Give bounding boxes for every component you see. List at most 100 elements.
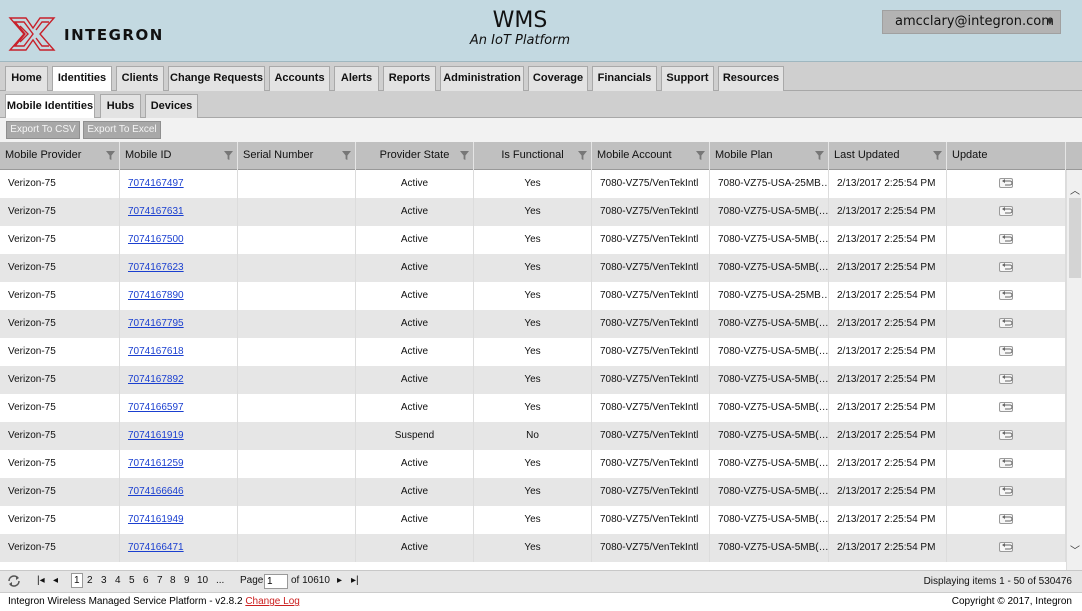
mobile-id-link[interactable]: 7074161949 <box>128 514 184 525</box>
column-header[interactable]: Serial Number <box>238 142 356 170</box>
filter-icon[interactable] <box>342 151 351 160</box>
mobile-id-link[interactable]: 7074167497 <box>128 178 184 189</box>
previous-page-icon[interactable]: ◂ <box>53 575 58 586</box>
filter-icon[interactable] <box>815 151 824 160</box>
column-header[interactable]: Update <box>947 142 1066 170</box>
export-csv-button[interactable]: Export To CSV <box>6 121 80 139</box>
tab-reports[interactable]: Reports <box>383 66 436 91</box>
page-ellipsis[interactable]: ... <box>216 575 224 586</box>
filter-icon[interactable] <box>933 151 942 160</box>
tab-home[interactable]: Home <box>5 66 48 91</box>
filter-icon[interactable] <box>460 151 469 160</box>
table-row[interactable]: Verizon-75 7074161919 Suspend No 7080-VZ75/V… <box>0 422 1066 450</box>
page-number[interactable]: 10 <box>197 575 208 586</box>
next-page-icon[interactable]: ▸ <box>337 575 342 586</box>
refresh-icon[interactable] <box>7 574 21 588</box>
page-number[interactable]: 5 <box>129 575 135 586</box>
page-number[interactable]: 1 <box>71 573 83 588</box>
mobile-id-link[interactable]: 7074166597 <box>128 402 184 413</box>
mobile-id-link[interactable]: 7074167623 <box>128 262 184 273</box>
table-row[interactable]: Verizon-75 7074167618 Active Yes 7080-VZ75/V… <box>0 338 1066 366</box>
undo-icon[interactable] <box>999 458 1013 468</box>
table-row[interactable]: Verizon-75 7074167890 Active Yes 7080-VZ75/V… <box>0 282 1066 310</box>
table-row[interactable]: Verizon-75 7074167631 Active Yes 7080-VZ75/V… <box>0 198 1066 226</box>
mobile-id-link[interactable]: 7074167500 <box>128 234 184 245</box>
page-number[interactable]: 9 <box>184 575 190 586</box>
column-header[interactable]: Last Updated <box>829 142 947 170</box>
table-row[interactable]: Verizon-75 7074166646 Active Yes 7080-VZ75/V… <box>0 478 1066 506</box>
tab-coverage[interactable]: Coverage <box>528 66 588 91</box>
tab-change-requests[interactable]: Change Requests <box>168 66 265 91</box>
undo-icon[interactable] <box>999 346 1013 356</box>
tab-alerts[interactable]: Alerts <box>334 66 379 91</box>
undo-icon[interactable] <box>999 430 1013 440</box>
undo-icon[interactable] <box>999 542 1013 552</box>
undo-icon[interactable] <box>999 374 1013 384</box>
table-row[interactable]: Verizon-75 7074167623 Active Yes 7080-VZ75/V… <box>0 254 1066 282</box>
column-header[interactable]: Mobile Plan <box>710 142 829 170</box>
table-row[interactable]: Verizon-75 7074161259 Active Yes 7080-VZ75/V… <box>0 450 1066 478</box>
undo-icon[interactable] <box>999 514 1013 524</box>
undo-icon[interactable] <box>999 206 1013 216</box>
column-header[interactable]: Mobile Account <box>592 142 710 170</box>
tab-support[interactable]: Support <box>661 66 714 91</box>
tab-financials[interactable]: Financials <box>592 66 657 91</box>
tab-identities[interactable]: Identities <box>52 66 112 92</box>
undo-icon[interactable] <box>999 178 1013 188</box>
subtab-devices[interactable]: Devices <box>145 94 198 118</box>
mobile-id-link[interactable]: 7074167631 <box>128 206 184 217</box>
undo-icon[interactable] <box>999 290 1013 300</box>
page-number[interactable]: 4 <box>115 575 121 586</box>
table-row[interactable]: Verizon-75 7074167892 Active Yes 7080-VZ75/V… <box>0 366 1066 394</box>
column-header[interactable]: Mobile Provider <box>0 142 120 170</box>
column-header[interactable]: Provider State <box>356 142 474 170</box>
mobile-id-link[interactable]: 7074161259 <box>128 458 184 469</box>
first-page-icon[interactable]: |◂ <box>37 575 45 586</box>
table-row[interactable]: Verizon-75 7074166597 Active Yes 7080-VZ75/V… <box>0 394 1066 422</box>
tab-resources[interactable]: Resources <box>718 66 784 91</box>
filter-icon[interactable] <box>696 151 705 160</box>
table-row[interactable]: Verizon-75 7074166471 Active Yes 7080-VZ75/V… <box>0 534 1066 562</box>
mobile-id-link[interactable]: 7074167890 <box>128 290 184 301</box>
export-excel-button[interactable]: Export To Excel <box>83 121 161 139</box>
page-number[interactable]: 2 <box>87 575 93 586</box>
mobile-id-link[interactable]: 7074166471 <box>128 542 184 553</box>
filter-icon[interactable] <box>106 151 115 160</box>
table-row[interactable]: Verizon-75 7074167497 Active Yes 7080-VZ75/V… <box>0 170 1066 198</box>
undo-icon[interactable] <box>999 318 1013 328</box>
filter-icon[interactable] <box>224 151 233 160</box>
filter-icon[interactable] <box>578 151 587 160</box>
tab-administration[interactable]: Administration <box>440 66 524 91</box>
undo-icon[interactable] <box>999 402 1013 412</box>
change-log-link[interactable]: Change Log <box>245 596 300 607</box>
table-row[interactable]: Verizon-75 7074167500 Active Yes 7080-VZ75/V… <box>0 226 1066 254</box>
page-number[interactable]: 6 <box>143 575 149 586</box>
page-number[interactable]: 3 <box>101 575 107 586</box>
subtab-hubs[interactable]: Hubs <box>100 94 141 118</box>
vertical-scrollbar[interactable]: ︿ ﹀ <box>1066 170 1082 570</box>
table-row[interactable]: Verizon-75 7074161949 Active Yes 7080-VZ75/V… <box>0 506 1066 534</box>
mobile-id-link[interactable]: 7074161919 <box>128 430 184 441</box>
column-header[interactable]: Is Functional <box>474 142 592 170</box>
page-number[interactable]: 7 <box>157 575 163 586</box>
undo-icon[interactable] <box>999 486 1013 496</box>
integron-logo[interactable]: INTEGRON <box>8 16 178 54</box>
page-input[interactable] <box>264 574 288 589</box>
mobile-id-link[interactable]: 7074167618 <box>128 346 184 357</box>
mobile-id-link[interactable]: 7074167892 <box>128 374 184 385</box>
undo-icon[interactable] <box>999 262 1013 272</box>
page-number[interactable]: 8 <box>170 575 176 586</box>
subtab-mobile-identities[interactable]: Mobile Identities <box>5 94 95 119</box>
scrollbar-thumb[interactable] <box>1069 198 1081 278</box>
chevron-up-icon[interactable]: ︿ <box>1070 182 1080 197</box>
mobile-id-link[interactable]: 7074166646 <box>128 486 184 497</box>
mobile-id-link[interactable]: 7074167795 <box>128 318 184 329</box>
table-row[interactable]: Verizon-75 7074167795 Active Yes 7080-VZ75/V… <box>0 310 1066 338</box>
undo-icon[interactable] <box>999 234 1013 244</box>
tab-clients[interactable]: Clients <box>116 66 164 91</box>
chevron-down-icon[interactable]: ﹀ <box>1070 542 1080 557</box>
column-header[interactable]: Mobile ID <box>120 142 238 170</box>
user-menu[interactable]: amcclary@integron.com ▼ <box>882 10 1061 34</box>
tab-accounts[interactable]: Accounts <box>269 66 330 91</box>
last-page-icon[interactable]: ▸| <box>351 575 359 586</box>
